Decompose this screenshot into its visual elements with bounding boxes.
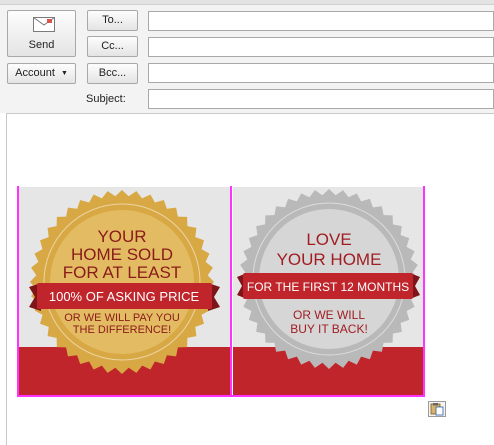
selection-border-bottom	[18, 395, 425, 397]
gold-seal-graphic: YOUR HOME SOLD FOR AT LEAST 100% OF ASKI…	[29, 190, 220, 374]
account-label: Account	[15, 67, 55, 79]
selection-border-right	[423, 186, 425, 397]
to-field[interactable]	[148, 11, 494, 31]
send-label: Send	[28, 39, 55, 51]
ribbon-edge	[0, 0, 494, 5]
paste-options-icon[interactable]	[428, 401, 446, 417]
selection-border-left	[17, 186, 19, 397]
seal-line-2: HOME SOLD	[71, 245, 173, 264]
message-header: Send Account ▼ To... Cc... Bcc... Subjec…	[0, 0, 494, 113]
send-button[interactable]: Send	[7, 10, 76, 57]
selection-border-middle	[230, 186, 232, 397]
cc-field[interactable]	[148, 37, 494, 57]
seal-line-3: FOR AT LEAST	[63, 263, 181, 282]
seal-sub-2: BUY IT BACK!	[290, 322, 368, 336]
seal-line-2: YOUR HOME	[277, 250, 382, 269]
guarantee-image-sold[interactable]: YOUR HOME SOLD FOR AT LEAST 100% OF ASKI…	[19, 187, 230, 395]
bcc-button[interactable]: Bcc...	[87, 63, 138, 84]
subject-field[interactable]	[148, 89, 494, 109]
to-button[interactable]: To...	[87, 10, 138, 31]
seal-sub-2: THE DIFFERENCE!	[73, 324, 171, 336]
bcc-field[interactable]	[148, 63, 494, 83]
envelope-icon	[33, 17, 55, 32]
message-body-edge	[6, 113, 7, 445]
seal-line-1: YOUR	[97, 227, 146, 246]
silver-seal-graphic: LOVE YOUR HOME FOR THE FIRST 12 MONTHS O…	[237, 189, 420, 369]
seal-banner: 100% OF ASKING PRICE	[49, 289, 200, 304]
header-divider	[6, 113, 494, 114]
subject-label: Subject:	[86, 93, 126, 105]
cc-button[interactable]: Cc...	[87, 36, 138, 57]
guarantee-image-love[interactable]: LOVE YOUR HOME FOR THE FIRST 12 MONTHS O…	[233, 187, 424, 395]
account-button[interactable]: Account ▼	[7, 63, 76, 84]
seal-line-1: LOVE	[306, 230, 351, 249]
chevron-down-icon: ▼	[60, 70, 68, 77]
seal-sub-1: OR WE WILL PAY YOU	[64, 312, 180, 324]
seal-banner: FOR THE FIRST 12 MONTHS	[247, 280, 409, 294]
seal-sub-1: OR WE WILL	[293, 308, 365, 322]
